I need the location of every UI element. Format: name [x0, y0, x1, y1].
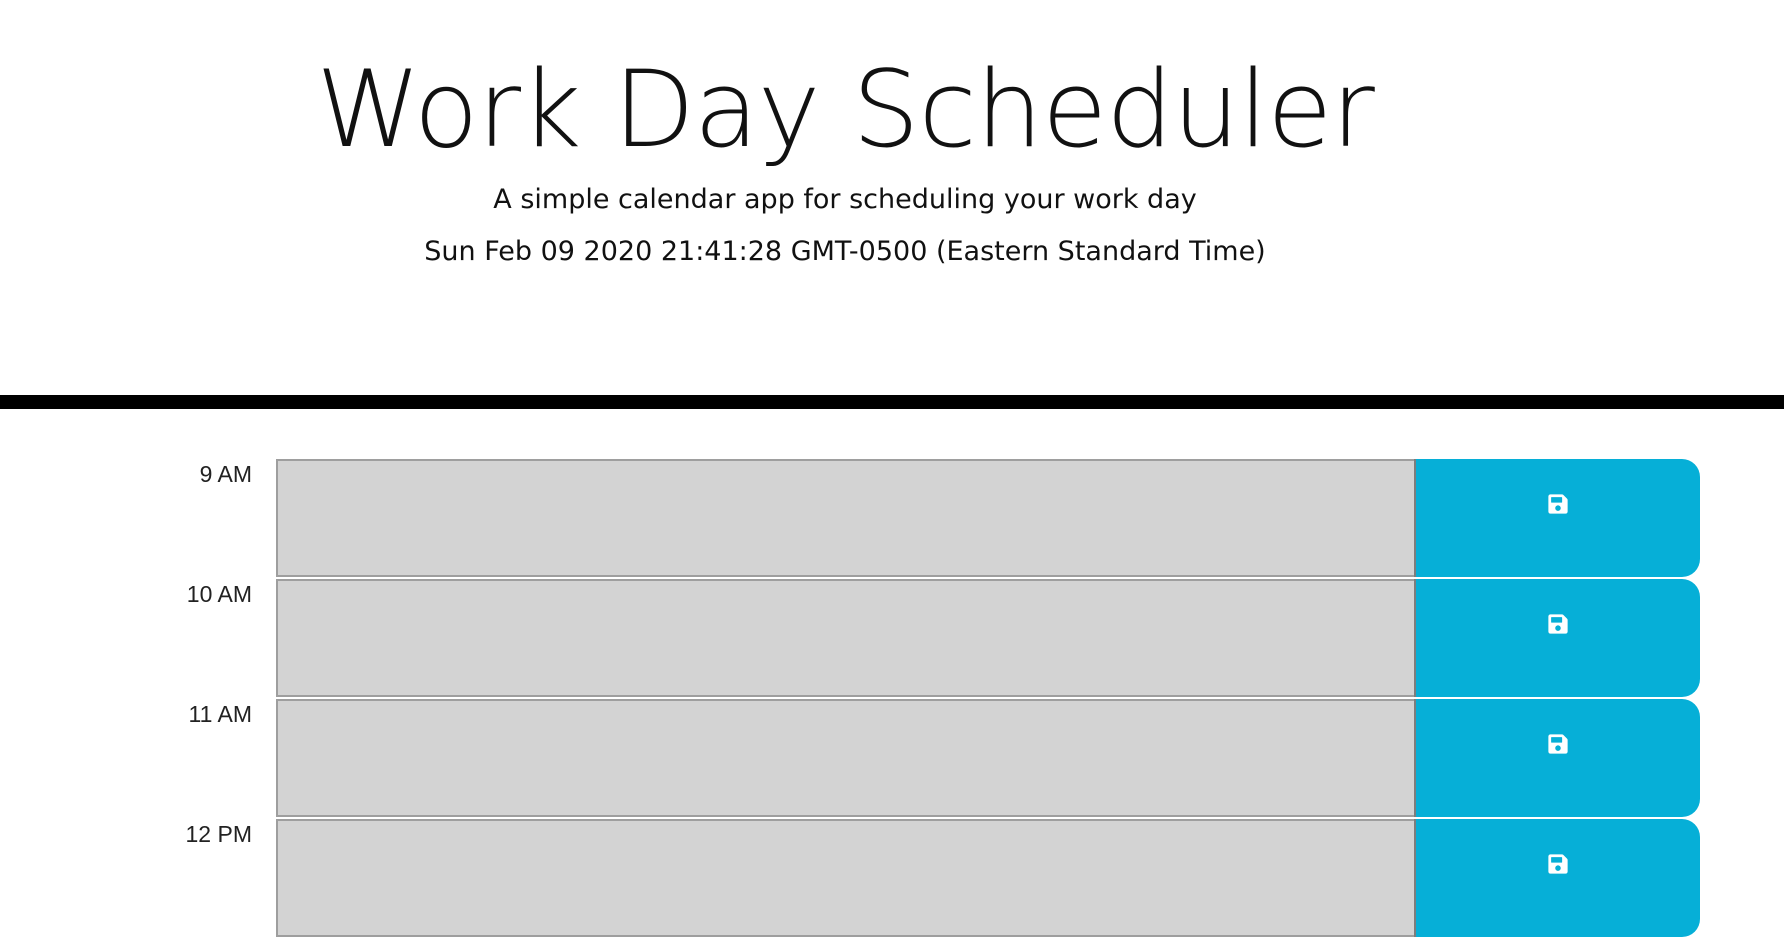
schedule-container: 9 AM 10 AM 11 AM 12 PM — [0, 459, 1784, 939]
page-title: Work Day Scheduler — [316, 48, 1375, 171]
time-block-row: 11 AM — [0, 699, 1784, 819]
time-block-row: 10 AM — [0, 579, 1784, 699]
floppy-disk-icon — [1548, 614, 1568, 634]
hour-label: 12 PM — [185, 821, 252, 847]
page-subtitle: A simple calendar app for scheduling you… — [493, 184, 1197, 215]
hour-label: 11 AM — [188, 701, 253, 727]
save-button[interactable] — [1414, 459, 1700, 577]
save-button[interactable] — [1414, 699, 1700, 817]
header-divider — [0, 395, 1784, 409]
floppy-disk-icon — [1548, 494, 1568, 514]
event-description-input[interactable] — [276, 579, 1414, 697]
floppy-disk-icon — [1548, 854, 1568, 874]
hour-label: 10 AM — [186, 581, 252, 607]
save-button[interactable] — [1414, 579, 1700, 697]
header: Work Day Scheduler A simple calendar app… — [0, 0, 1784, 395]
save-button[interactable] — [1414, 819, 1700, 937]
current-day: Sun Feb 09 2020 21:41:28 GMT-0500 (Easte… — [424, 236, 1266, 267]
hour-label: 9 AM — [199, 461, 252, 487]
floppy-disk-icon — [1548, 734, 1568, 754]
time-block-row: 12 PM — [0, 819, 1784, 939]
event-description-input[interactable] — [276, 699, 1414, 817]
time-block-row: 9 AM — [0, 459, 1784, 579]
header-content: Work Day Scheduler A simple calendar app… — [0, 50, 1690, 272]
event-description-input[interactable] — [276, 819, 1414, 937]
event-description-input[interactable] — [276, 459, 1414, 577]
